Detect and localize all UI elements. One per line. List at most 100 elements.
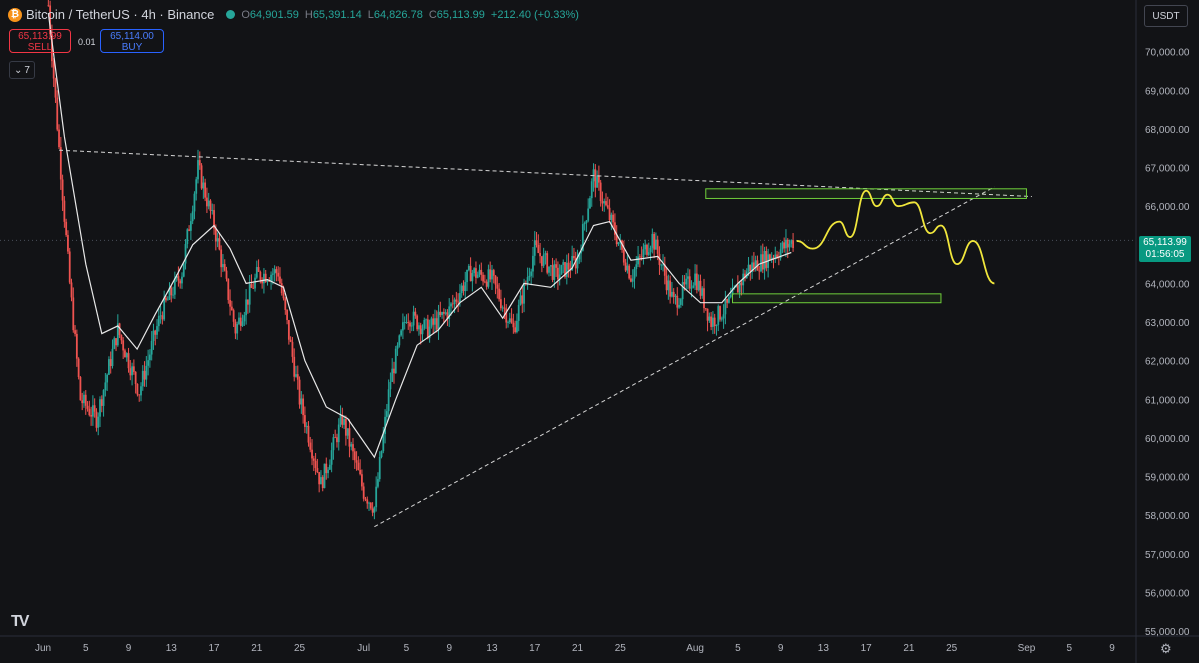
- candle-body: [679, 299, 682, 305]
- candle-body: [214, 228, 217, 242]
- candle-body: [457, 301, 460, 303]
- candle-body: [291, 341, 294, 357]
- y-tick-label: 69,000.00: [1145, 86, 1190, 97]
- candle-body: [480, 269, 483, 275]
- candle-body: [83, 394, 85, 404]
- x-tick-label: Sep: [1018, 643, 1036, 654]
- candle-body: [109, 359, 112, 367]
- gear-icon[interactable]: ⚙: [1160, 641, 1172, 657]
- candle-body: [232, 310, 235, 322]
- candle-body: [690, 287, 693, 289]
- candle-body: [667, 280, 670, 291]
- candle-body: [334, 437, 337, 439]
- candle-body: [394, 348, 397, 374]
- candle-body: [99, 399, 101, 417]
- x-tick-label: 13: [166, 643, 178, 654]
- candle-body: [410, 325, 413, 327]
- candle-body: [289, 339, 292, 342]
- candle-body: [229, 299, 231, 307]
- buy-button[interactable]: 65,114.00 BUY: [100, 29, 164, 53]
- candle-body: [312, 458, 315, 461]
- x-tick-label: 5: [404, 643, 410, 654]
- candle-body: [555, 264, 558, 268]
- last-price: 65,113.99: [1143, 237, 1187, 248]
- candle-body: [102, 390, 105, 406]
- candle-body: [336, 437, 338, 443]
- candle-body: [426, 319, 429, 339]
- candle-body: [323, 463, 326, 489]
- candle-body: [398, 335, 401, 346]
- y-tick-label: 68,000.00: [1145, 125, 1190, 136]
- candle-body: [150, 340, 153, 355]
- candle-body: [761, 254, 764, 270]
- indicators-toggle[interactable]: ⌄ 7: [9, 61, 35, 79]
- y-tick-label: 60,000.00: [1145, 434, 1190, 445]
- candle-body: [189, 221, 192, 231]
- candle-body: [409, 322, 411, 327]
- candle-body: [781, 242, 784, 250]
- candle-body: [665, 275, 668, 291]
- candle-body: [58, 129, 60, 148]
- candle-body: [134, 371, 137, 384]
- candle-body: [197, 160, 199, 180]
- candle-body: [223, 264, 226, 271]
- candle-body: [254, 277, 256, 289]
- candle-body: [81, 400, 84, 404]
- candle-body: [243, 315, 246, 322]
- candle-body: [56, 97, 59, 130]
- candle-body: [706, 308, 709, 321]
- price-chart[interactable]: 55,000.00 56,000.00 57,000.00 58,000.00 59,0…: [0, 0, 1199, 663]
- candle-body: [61, 179, 64, 201]
- candle-body: [159, 315, 162, 317]
- candle-body: [396, 345, 399, 349]
- candle-body: [371, 508, 374, 513]
- candle-body: [444, 312, 447, 314]
- candle-body: [311, 449, 313, 459]
- y-tick-label: 58,000.00: [1145, 511, 1190, 522]
- candle-body: [599, 182, 602, 202]
- candle-body: [320, 477, 322, 485]
- symbol-title[interactable]: Bitcoin / TetherUS · 4h · Binance: [26, 7, 214, 22]
- candle-body: [467, 265, 470, 270]
- candle-body: [263, 273, 265, 284]
- candle-body: [517, 304, 520, 321]
- candle-body: [393, 368, 395, 374]
- candle-body: [678, 304, 680, 308]
- candle-body: [286, 309, 288, 320]
- candle-body: [259, 271, 262, 280]
- bitcoin-icon: ₿: [8, 7, 22, 22]
- candle-body: [295, 374, 297, 377]
- candle-body: [612, 214, 615, 223]
- candle-body: [567, 262, 570, 270]
- x-tick-label: 17: [208, 643, 220, 654]
- candle-body: [70, 282, 73, 298]
- candle-body: [346, 428, 349, 436]
- candle-body: [239, 317, 242, 326]
- candle-body: [177, 276, 180, 281]
- candle-body: [236, 323, 239, 334]
- x-tick-label: 9: [778, 643, 784, 654]
- candle-body: [537, 244, 540, 253]
- candle-body: [77, 358, 80, 378]
- candle-body: [476, 274, 479, 278]
- candle-body: [560, 265, 563, 275]
- tradingview-logo-icon[interactable]: TV: [11, 613, 30, 631]
- candle-body: [366, 499, 369, 504]
- candle-body: [355, 460, 358, 463]
- indicators-count: 7: [24, 64, 30, 76]
- candle-body: [594, 169, 597, 188]
- currency-selector[interactable]: USDT: [1144, 5, 1188, 27]
- candle-body: [790, 240, 793, 244]
- x-tick-label: Jul: [357, 643, 370, 654]
- candle-body: [172, 294, 174, 296]
- candle-body: [343, 418, 346, 425]
- candle-body: [225, 270, 228, 279]
- sell-button[interactable]: 65,113.99 SELL: [9, 29, 71, 53]
- candle-body: [200, 165, 203, 189]
- candle-body: [113, 338, 116, 349]
- candle-body: [453, 299, 456, 304]
- candle-body: [498, 288, 501, 300]
- candle-body: [423, 319, 426, 329]
- candle-body: [321, 477, 324, 489]
- candle-body: [165, 297, 167, 301]
